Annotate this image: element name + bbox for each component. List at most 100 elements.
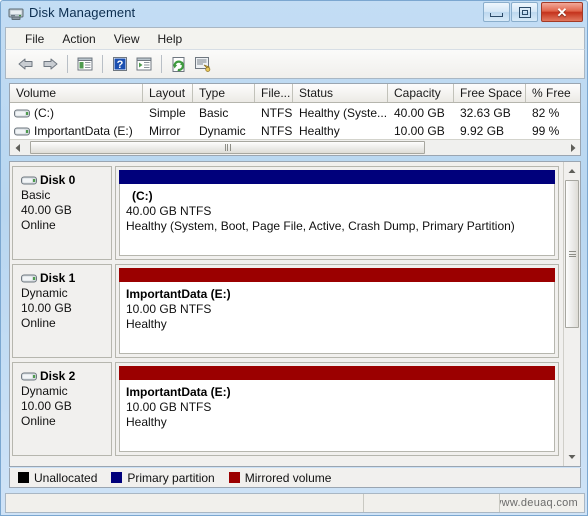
volume-details[interactable]: ImportantData (E:) 10.00 GB NTFS Healthy (119, 282, 555, 354)
disk-row[interactable]: Disk 0 Basic 40.00 GB Online (C:) 40.00 … (12, 166, 559, 260)
disk-name: Disk 0 (40, 173, 76, 187)
table-row[interactable]: (C:) Simple Basic NTFS Healthy (Syste...… (10, 104, 580, 122)
volume-details[interactable]: (C:) 40.00 GB NTFS Healthy (System, Boot… (119, 184, 555, 256)
column-header-capacity[interactable]: Capacity (388, 84, 454, 102)
toolbar-separator (161, 55, 162, 73)
menu-item-help[interactable]: Help (149, 30, 192, 48)
back-arrow-icon[interactable] (14, 52, 38, 76)
volume-size-filesystem: 10.00 GB NTFS (126, 302, 212, 316)
volume-label: (C:) (132, 189, 153, 203)
maximize-button[interactable] (511, 2, 538, 22)
disk-row[interactable]: Disk 1 Dynamic 10.00 GB Online Important… (12, 264, 559, 358)
status-pane-right: www.deuaq.com (500, 494, 584, 512)
window-title: Disk Management (29, 5, 136, 20)
menu-item-action[interactable]: Action (53, 30, 104, 48)
properties-icon[interactable] (191, 52, 215, 76)
cell-volume-text: ImportantData (E:) (34, 124, 133, 138)
legend-swatch-primary-partition (111, 472, 123, 483)
menu-item-file[interactable]: File (16, 30, 53, 48)
horizontal-scroll-thumb[interactable] (30, 141, 425, 154)
cell-file-system: NTFS (261, 124, 293, 138)
cell-volume: ImportantData (E:) (10, 124, 143, 138)
graphical-disk-view: Disk 0 Basic 40.00 GB Online (C:) 40.00 … (9, 161, 581, 467)
status-pane-left (6, 494, 364, 512)
vertical-scroll-thumb[interactable] (565, 180, 579, 328)
column-header-free-space[interactable]: Free Space (454, 84, 526, 102)
disk-icon (21, 371, 37, 382)
legend-swatch-unallocated (18, 472, 29, 483)
scroll-left-arrow-icon[interactable] (10, 140, 26, 155)
disk-type: Dynamic (21, 286, 68, 300)
cell-free-space: 32.63 GB (460, 106, 511, 120)
disk-state: Online (21, 414, 56, 428)
cell-capacity: 10.00 GB (394, 124, 445, 138)
volume-label: ImportantData (E:) (126, 385, 231, 399)
minimize-icon (490, 12, 503, 17)
cell-type: Dynamic (199, 124, 246, 138)
disk-volume-area-disk-2[interactable]: ImportantData (E:) 10.00 GB NTFS Healthy (115, 362, 559, 456)
status-pane-middle (364, 494, 500, 512)
cell-percent-free: 82 % (532, 106, 560, 120)
close-button[interactable]: ✕ (541, 2, 583, 22)
disk-volume-area-disk-1[interactable]: ImportantData (E:) 10.00 GB NTFS Healthy (115, 264, 559, 358)
scroll-up-arrow-icon[interactable] (564, 163, 580, 179)
disk-size: 10.00 GB (21, 301, 72, 315)
disk-name: Disk 1 (40, 271, 76, 285)
refresh-icon[interactable] (167, 52, 191, 76)
disk-row[interactable]: Disk 2 Dynamic 10.00 GB Online Important… (12, 362, 559, 456)
disk-size: 10.00 GB (21, 399, 72, 413)
show-hide-console-tree-icon[interactable] (73, 52, 97, 76)
svg-text:?: ? (117, 59, 124, 71)
volume-status: Healthy (126, 415, 167, 429)
legend-item-primary-partition: Primary partition (111, 470, 215, 485)
disk-title-line: Disk 1 (21, 271, 111, 285)
legend-item-mirrored-volume: Mirrored volume (228, 470, 332, 485)
disk-info-panel-disk-1[interactable]: Disk 1 Dynamic 10.00 GB Online (12, 264, 112, 358)
cell-type: Basic (199, 106, 229, 120)
maximize-icon (518, 6, 531, 18)
disk-type: Basic (21, 188, 51, 202)
toolbar-separator (67, 55, 68, 73)
title-bar[interactable]: Disk Management ✕ (1, 1, 588, 27)
table-row[interactable]: ImportantData (E:) Mirror Dynamic NTFS H… (10, 122, 580, 140)
show-hide-action-pane-icon[interactable] (132, 52, 156, 76)
help-icon[interactable]: ? (108, 52, 132, 76)
volume-label: ImportantData (E:) (126, 287, 231, 301)
cell-percent-free: 99 % (532, 124, 560, 138)
minimize-button[interactable] (483, 2, 510, 22)
volume-details[interactable]: ImportantData (E:) 10.00 GB NTFS Healthy (119, 380, 555, 452)
cell-layout: Mirror (149, 124, 181, 138)
cell-status: Healthy (299, 124, 340, 138)
cell-layout: Simple (149, 106, 186, 120)
toolbar: ? (5, 49, 585, 79)
disk-management-icon (8, 6, 24, 21)
disk-name: Disk 2 (40, 369, 76, 383)
menu-bar: File Action View Help (5, 27, 585, 49)
scroll-right-arrow-icon[interactable] (564, 140, 580, 155)
graphical-view-vertical-scrollbar[interactable] (563, 162, 580, 466)
watermark-text: www.deuaq.com (500, 497, 578, 509)
legend-label-mirrored-volume: Mirrored volume (244, 470, 332, 485)
legend: Unallocated Primary partition Mirrored v… (9, 468, 581, 488)
drive-icon (14, 126, 30, 137)
column-header-status[interactable]: Status (293, 84, 388, 102)
disk-info-panel-disk-0[interactable]: Disk 0 Basic 40.00 GB Online (12, 166, 112, 260)
volume-list-horizontal-scrollbar[interactable] (10, 139, 580, 155)
volume-status: Healthy (System, Boot, Page File, Active… (126, 219, 515, 233)
column-header-percent-free[interactable]: % Free (526, 84, 580, 102)
disk-type: Dynamic (21, 384, 68, 398)
menu-item-view[interactable]: View (105, 30, 149, 48)
column-header-layout[interactable]: Layout (143, 84, 193, 102)
column-header-volume[interactable]: Volume (10, 84, 143, 102)
disk-info-panel-disk-2[interactable]: Disk 2 Dynamic 10.00 GB Online (12, 362, 112, 456)
column-header-type[interactable]: Type (193, 84, 255, 102)
disk-volume-area-disk-0[interactable]: (C:) 40.00 GB NTFS Healthy (System, Boot… (115, 166, 559, 260)
volume-list-header: Volume Layout Type File... Status Capaci… (10, 84, 580, 103)
volume-size-filesystem: 10.00 GB NTFS (126, 400, 212, 414)
toolbar-separator (102, 55, 103, 73)
column-header-file-system[interactable]: File... (255, 84, 293, 102)
forward-arrow-icon[interactable] (38, 52, 62, 76)
scroll-down-arrow-icon[interactable] (564, 449, 580, 465)
legend-label-primary-partition: Primary partition (127, 470, 215, 485)
disk-state: Online (21, 218, 56, 232)
